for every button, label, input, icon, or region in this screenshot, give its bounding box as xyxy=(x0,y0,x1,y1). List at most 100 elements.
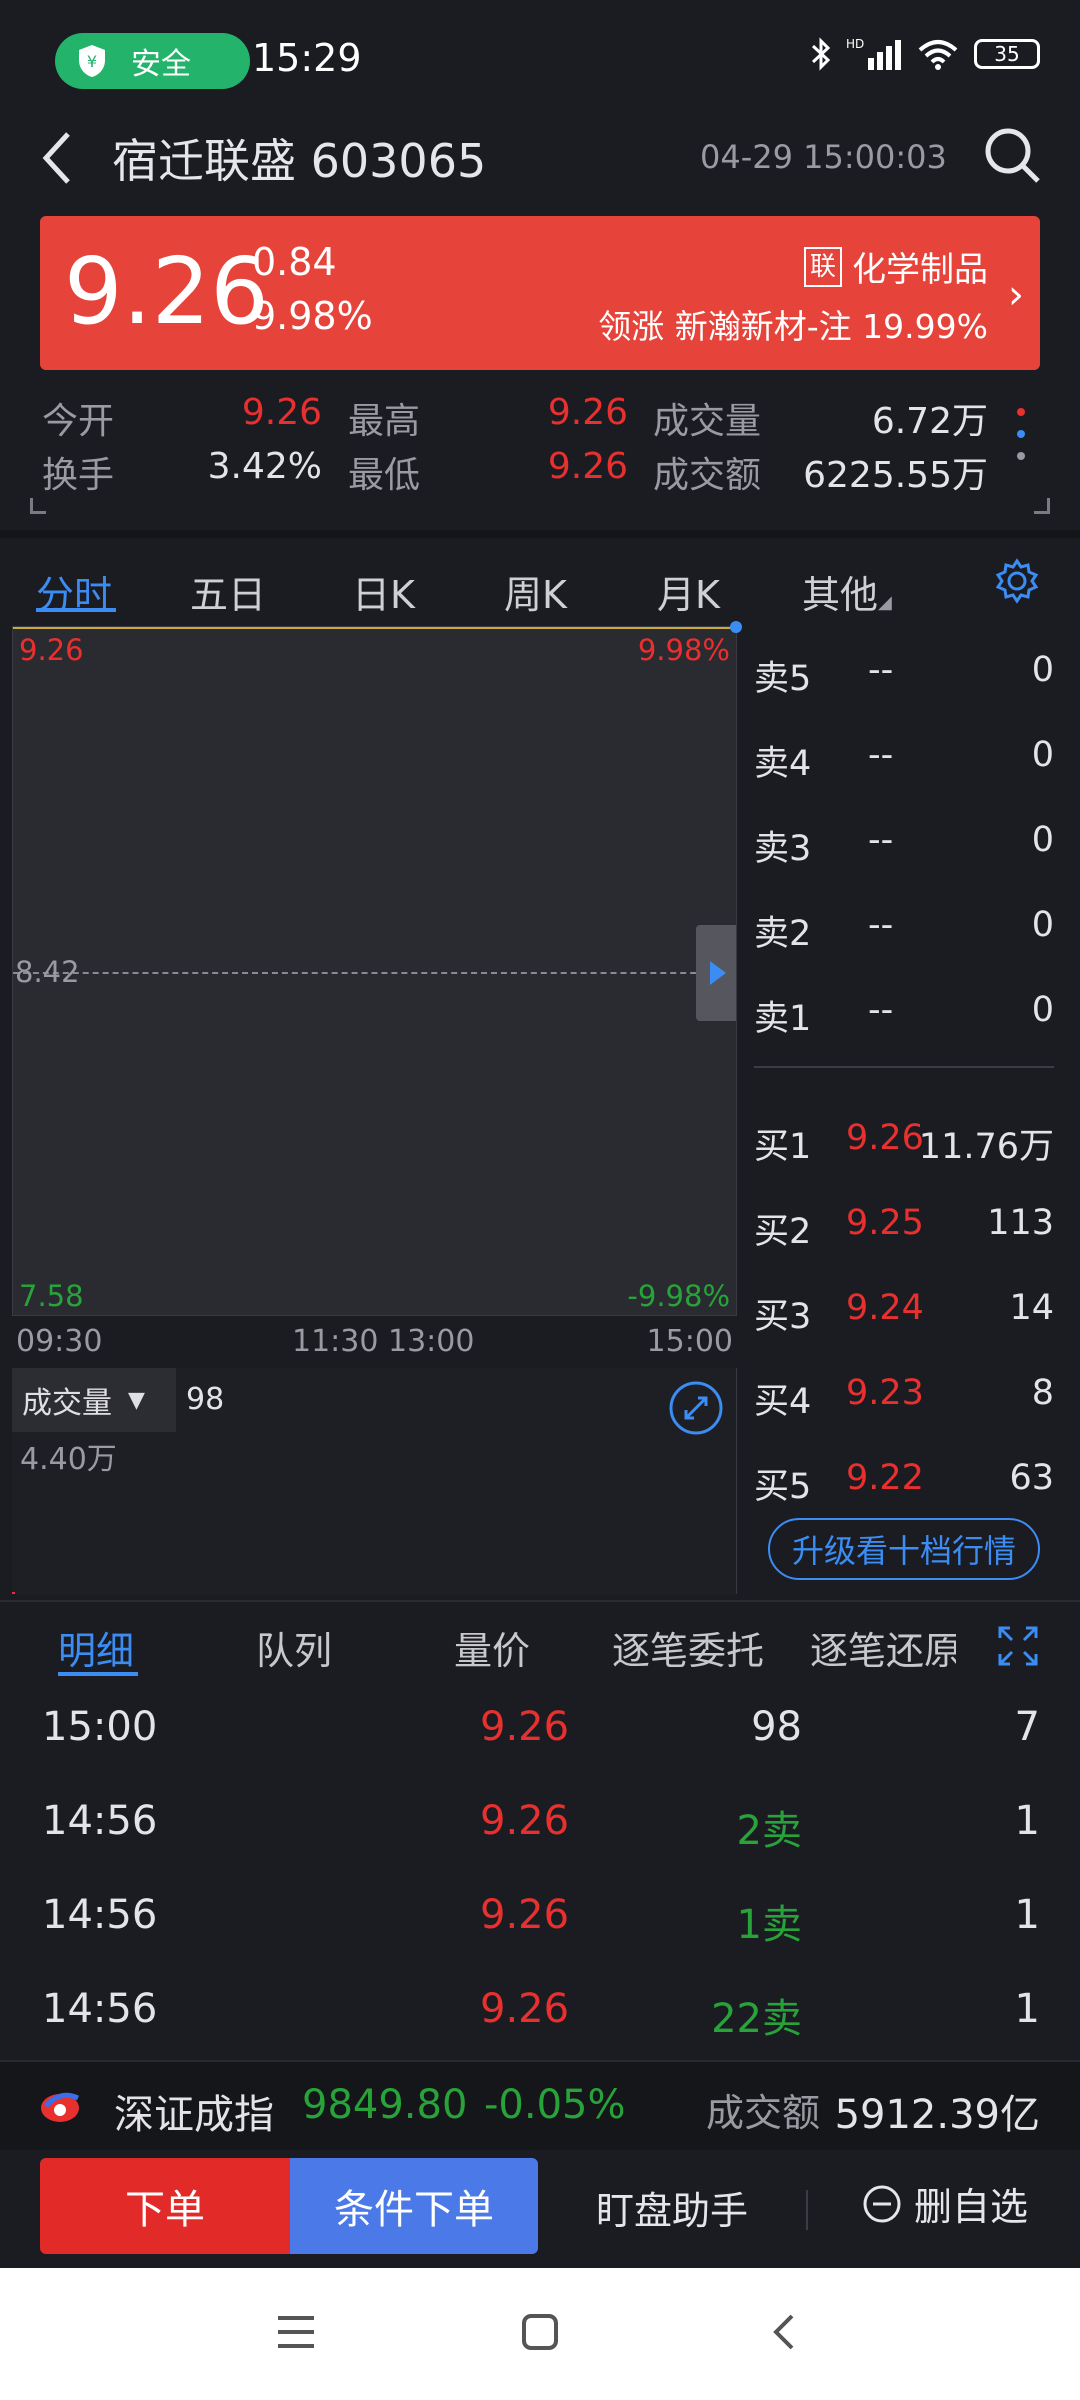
tab-weekly-k[interactable]: 周K xyxy=(504,564,567,619)
tab-monthly-k[interactable]: 月K xyxy=(657,564,720,619)
place-order-button[interactable]: 下单 xyxy=(40,2158,290,2254)
ask-price: -- xyxy=(868,905,894,945)
ask-label: 卖2 xyxy=(754,914,812,954)
trade-time: 14:56 xyxy=(42,1798,158,1844)
trade-price: 9.26 xyxy=(480,1986,570,2032)
upgrade-level10-button[interactable]: 升级看十档行情 xyxy=(768,1518,1040,1580)
volume-value: 6.72万 xyxy=(871,401,988,442)
price-banner[interactable]: 9.26 0.84 9.98% 联 化学制品 领涨 新瀚新材-注 19.99% … xyxy=(40,216,1040,370)
order-book-divider xyxy=(754,1066,1054,1068)
low-label: 最低 xyxy=(348,455,421,496)
wifi-icon xyxy=(918,40,958,70)
time-end: 15:00 xyxy=(646,1324,733,1359)
volume-value: 98 xyxy=(186,1382,225,1417)
time-start: 09:30 xyxy=(16,1324,103,1359)
ask-price: -- xyxy=(868,990,894,1030)
status-bar: ¥ 安全 15:29 HD 35 xyxy=(0,0,1080,125)
expand-panel-button[interactable] xyxy=(696,925,736,1021)
tab-underline xyxy=(58,1672,138,1676)
trade-volume: 98 xyxy=(751,1704,802,1750)
play-icon xyxy=(710,961,726,985)
bid-label: 买3 xyxy=(754,1297,812,1337)
corner-mark xyxy=(30,498,46,514)
bid-qty: 63 xyxy=(1009,1458,1054,1498)
index-name: 深证成指 xyxy=(114,2092,274,2138)
y-mid-label: 8.42 xyxy=(15,955,80,989)
detail-tabs: 明细 队列 量价 逐笔委托 逐笔还原 xyxy=(0,1600,1080,1680)
volume-selector[interactable]: 成交量 ▼ xyxy=(12,1368,176,1432)
sector-tag: 联 xyxy=(803,246,842,287)
gear-icon[interactable] xyxy=(994,558,1040,604)
search-icon[interactable] xyxy=(982,125,1042,185)
security-badge[interactable]: ¥ 安全 xyxy=(55,33,250,89)
nav-back-icon[interactable] xyxy=(768,2312,800,2352)
bid-qty: 8 xyxy=(1031,1373,1054,1413)
high-label: 最高 xyxy=(348,401,421,442)
home-icon[interactable] xyxy=(520,2312,560,2352)
open-label: 今开 xyxy=(42,401,115,442)
y-bottom-label: 7.58 xyxy=(19,1279,84,1313)
szse-logo-icon xyxy=(41,2092,80,2122)
menu-icon[interactable] xyxy=(276,2312,316,2352)
tab-five-day[interactable]: 五日 xyxy=(190,564,266,619)
table-row: 14:56 9.26 22卖 1 xyxy=(0,1966,1080,2060)
tab-queue[interactable]: 队列 xyxy=(256,1620,332,1675)
table-row: 15:00 9.26 98 7 xyxy=(0,1684,1080,1778)
low-value: 9.26 xyxy=(547,446,628,487)
ask-price: -- xyxy=(868,735,894,775)
bid-price: 9.24 xyxy=(846,1288,924,1328)
sector-link[interactable]: 联 化学制品 xyxy=(803,242,988,291)
trade-price: 9.26 xyxy=(480,1892,570,1938)
sector-leader: 领涨 新瀚新材-注 19.99% xyxy=(598,307,988,346)
ask-price: -- xyxy=(868,820,894,860)
fullscreen-icon[interactable] xyxy=(668,1380,724,1436)
ask-qty: 0 xyxy=(1031,735,1054,775)
chevron-right-icon[interactable]: › xyxy=(1008,272,1024,318)
amount-label: 成交额 xyxy=(653,455,762,496)
table-row: 14:56 9.26 2卖 1 xyxy=(0,1778,1080,1872)
volume-selector-label: 成交量 xyxy=(22,1386,112,1421)
trade-time: 15:00 xyxy=(42,1704,158,1750)
ask-price: -- xyxy=(868,650,894,690)
shield-icon: ¥ xyxy=(79,45,105,77)
signal-icon: HD xyxy=(846,37,901,70)
expand-icon[interactable] xyxy=(996,1624,1040,1668)
back-icon[interactable] xyxy=(38,128,78,188)
ask-qty: 0 xyxy=(1031,905,1054,945)
ask-qty: 0 xyxy=(1031,650,1054,690)
volume-max: 4.40万 xyxy=(20,1442,117,1477)
prev-close-line xyxy=(13,972,736,974)
intraday-chart[interactable]: 9.26 9.98% 8.42 7.58 -9.98% xyxy=(12,621,742,1316)
svg-text:¥: ¥ xyxy=(87,52,97,71)
volume-bar xyxy=(12,1592,15,1594)
stock-title: 宿迁联盛 603065 xyxy=(112,134,487,188)
tab-daily-k[interactable]: 日K xyxy=(352,564,415,619)
tab-other[interactable]: 其他◢ xyxy=(802,564,892,619)
index-ticker[interactable]: 深证成指 9849.80 -0.05% 成交额 5912.39亿 xyxy=(0,2060,1080,2150)
ask-label: 卖3 xyxy=(754,829,812,869)
tab-detail[interactable]: 明细 xyxy=(58,1620,134,1675)
bid-label: 买2 xyxy=(754,1212,812,1252)
trade-count: 1 xyxy=(1014,1798,1040,1844)
volume-chart[interactable]: 成交量 ▼ 98 4.40万 xyxy=(12,1368,737,1594)
index-value: 9849.80 xyxy=(302,2082,468,2128)
tab-order-by-order[interactable]: 逐笔委托 xyxy=(612,1620,764,1675)
amount-value: 6225.55万 xyxy=(803,455,988,496)
remove-watchlist-label: 删自选 xyxy=(914,2185,1029,2229)
minus-circle-icon xyxy=(863,2185,901,2222)
current-price: 9.26 xyxy=(64,238,269,345)
more-icon[interactable] xyxy=(1014,402,1028,466)
dropdown-icon: ◢ xyxy=(878,592,892,613)
remove-watchlist-button[interactable]: 删自选 xyxy=(862,2176,1028,2231)
ask-label: 卖5 xyxy=(754,659,812,699)
time-mid: 11:30 13:00 xyxy=(292,1324,475,1359)
tab-trade-restore[interactable]: 逐笔还原 xyxy=(810,1620,956,1675)
quote-timestamp: 04-29 15:00:03 xyxy=(700,138,947,176)
index-amount: 5912.39亿 xyxy=(834,2092,1040,2138)
tab-volume-price[interactable]: 量价 xyxy=(454,1620,530,1675)
monitor-assistant-button[interactable]: 盯盘助手 xyxy=(596,2180,748,2235)
index-change-pct: -0.05% xyxy=(484,2082,626,2128)
price-change-pct: 9.98% xyxy=(252,294,373,338)
tab-other-label: 其他 xyxy=(802,573,879,617)
conditional-order-button[interactable]: 条件下单 xyxy=(290,2158,538,2254)
